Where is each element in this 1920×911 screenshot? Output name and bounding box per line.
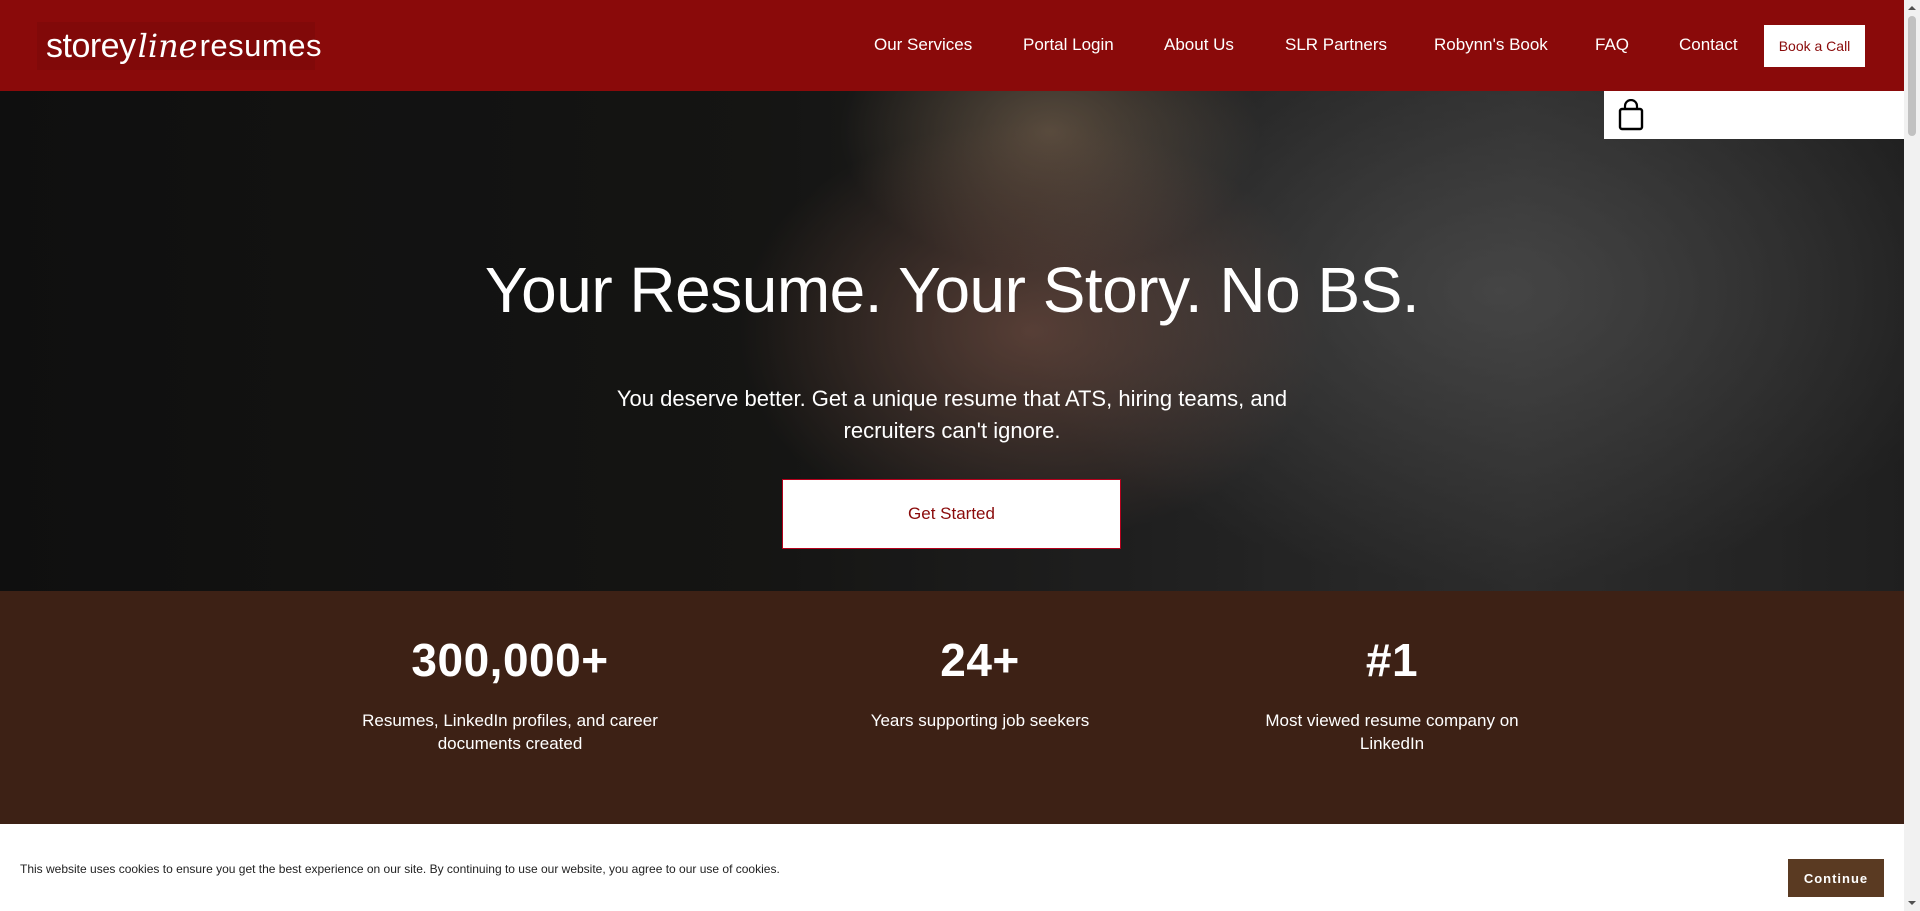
nav-about-us[interactable]: About Us (1164, 35, 1234, 55)
scroll-down-arrow-icon[interactable] (1908, 899, 1916, 907)
scroll-up-arrow-icon[interactable] (1908, 4, 1916, 12)
cookie-continue-button[interactable]: Continue (1788, 859, 1884, 897)
stat-number: #1 (1365, 634, 1419, 686)
book-a-call-button[interactable]: Book a Call (1764, 25, 1865, 67)
nav-faq[interactable]: FAQ (1595, 35, 1629, 55)
stat-years: 24+ Years supporting job seekers (830, 633, 1130, 732)
nav-robynns-book[interactable]: Robynn's Book (1434, 35, 1548, 55)
cart-bar (1604, 91, 1904, 139)
page-scrollbar[interactable] (1904, 0, 1920, 911)
page: storey line resumes Our Services Portal Lo… (0, 0, 1920, 911)
stat-documents: 300,000+ Resumes, LinkedIn profiles, and… (360, 633, 660, 755)
main-nav: Our Services Portal Login About Us SLR P… (0, 0, 1904, 91)
get-started-button[interactable]: Get Started (782, 479, 1121, 549)
cookie-notice-text: This website uses cookies to ensure you … (20, 862, 780, 876)
nav-our-services[interactable]: Our Services (874, 35, 972, 55)
hero-subtitle: You deserve better. Get a unique resume … (616, 386, 1288, 443)
nav-contact[interactable]: Contact (1679, 35, 1738, 55)
shopping-bag-icon[interactable] (1616, 99, 1646, 131)
nav-slr-partners[interactable]: SLR Partners (1285, 35, 1387, 55)
site-header: storey line resumes Our Services Portal Lo… (0, 0, 1904, 91)
stat-number: 24+ (940, 634, 1020, 686)
hero-title: Your Resume. Your Story. No BS. (484, 254, 1420, 326)
cookie-banner: This website uses cookies to ensure you … (0, 824, 1904, 911)
stat-rank: #1 Most viewed resume company on LinkedI… (1262, 633, 1522, 755)
scroll-thumb[interactable] (1908, 16, 1916, 136)
hero-section: Your Resume. Your Story. No BS. You dese… (0, 91, 1904, 591)
stat-number: 300,000+ (411, 634, 609, 686)
stats-section: 300,000+ Resumes, LinkedIn profiles, and… (0, 591, 1904, 824)
stat-label: Years supporting job seekers (870, 711, 1090, 730)
nav-portal-login[interactable]: Portal Login (1023, 35, 1114, 55)
stat-label: Resumes, LinkedIn profiles, and career d… (362, 711, 658, 753)
stat-label: Most viewed resume company on LinkedIn (1265, 711, 1519, 753)
